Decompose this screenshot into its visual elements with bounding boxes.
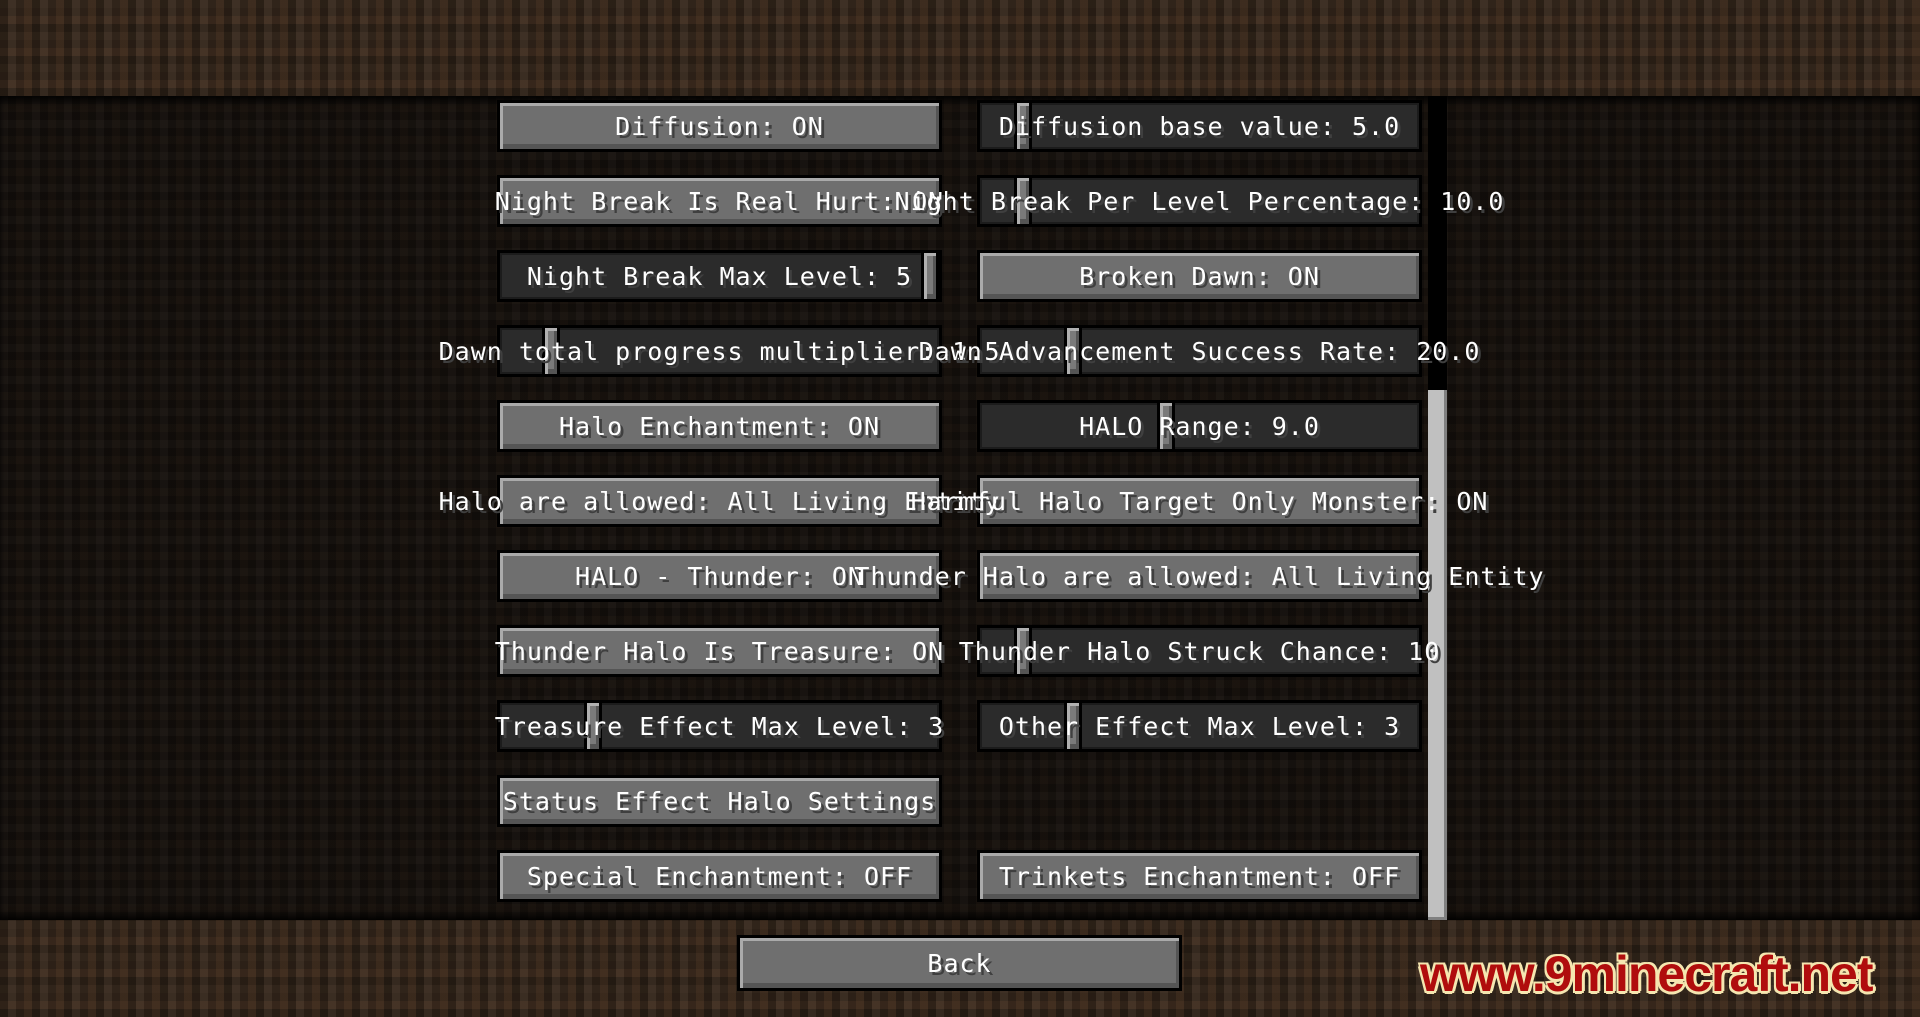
night-break-max-level-slider[interactable]: Night Break Max Level: 5 [497,250,942,302]
other-effect-max-level-label: Other Effect Max Level: 3 [998,711,1401,741]
harmful-halo-target-only-monster-toggle[interactable]: Harmful Halo Target Only Monster: ON [911,475,1487,527]
halo-thunder-label: HALO - Thunder: ON [575,561,864,591]
dawn-advancement-success-rate-slider[interactable]: Dawn Advancement Success Rate: 20.0 [919,325,1479,377]
dawn-advancement-success-rate-label: Dawn Advancement Success Rate: 20.0 [918,336,1481,366]
status-effect-halo-settings-button[interactable]: Status Effect Halo Settings [497,775,942,827]
back-button[interactable]: Back [737,935,1182,991]
night-break-per-level-percentage-label: Night Break Per Level Percentage: 10.0 [894,186,1505,216]
dawn-total-progress-multiplier-slider[interactable]: Dawn total progress multiplier: 1.5 [439,325,999,377]
harmful-halo-target-only-monster-label: Harmful Halo Target Only Monster: ON [910,486,1489,516]
special-enchantment-toggle[interactable]: Special Enchantment: OFF [497,850,942,902]
diffusion-toggle[interactable]: Diffusion: ON [497,100,942,152]
special-enchantment-label: Special Enchantment: OFF [526,861,913,891]
thunder-halo-are-allowed-label: Thunder Halo are allowed: All Living Ent… [854,561,1545,591]
thunder-halo-are-allowed-toggle[interactable]: Thunder Halo are allowed: All Living Ent… [854,550,1544,602]
diffusion-label: Diffusion: ON [615,111,824,141]
night-break-is-real-hurt-label: Night Break Is Real Hurt: ON [494,186,945,216]
night-break-per-level-percentage-slider[interactable]: Night Break Per Level Percentage: 10.0 [895,175,1503,227]
watermark: www.9minecraft.net [1420,946,1873,1002]
halo-enchantment-toggle[interactable]: Halo Enchantment: ON [497,400,942,452]
halo-are-allowed-toggle[interactable]: Halo are allowed: All Living Entity [439,475,999,527]
night-break-is-real-hurt-toggle[interactable]: Night Break Is Real Hurt: ON [494,175,945,227]
halo-range-slider[interactable]: HALO Range: 9.0 [977,400,1422,452]
broken-dawn-label: Broken Dawn: ON [1079,261,1320,291]
trinkets-enchantment-toggle[interactable]: Trinkets Enchantment: OFF [977,850,1422,902]
top-background-band [0,0,1920,96]
diffusion-base-value-slider[interactable]: Diffusion base value: 5.0 [977,100,1422,152]
dawn-total-progress-multiplier-label: Dawn total progress multiplier: 1.5 [438,336,1001,366]
status-effect-halo-settings-label: Status Effect Halo Settings [502,786,937,816]
other-effect-max-level-slider[interactable]: Other Effect Max Level: 3 [977,700,1422,752]
halo-enchantment-label: Halo Enchantment: ON [558,411,881,441]
trinkets-enchantment-label: Trinkets Enchantment: OFF [998,861,1401,891]
slider-handle[interactable] [921,250,939,302]
broken-dawn-toggle[interactable]: Broken Dawn: ON [977,250,1422,302]
thunder-halo-is-treasure-toggle[interactable]: Thunder Halo Is Treasure: ON [494,625,945,677]
diffusion-base-value-label: Diffusion base value: 5.0 [998,111,1401,141]
back-button-label: Back [927,948,992,978]
thunder-halo-is-treasure-label: Thunder Halo Is Treasure: ON [494,636,945,666]
halo-range-label: HALO Range: 9.0 [1079,411,1320,441]
night-break-max-level-label: Night Break Max Level: 5 [526,261,913,291]
treasure-effect-max-level-slider[interactable]: Treasure Effect Max Level: 3 [494,700,945,752]
thunder-halo-struck-chance-slider[interactable]: Thunder Halo Struck Chance: 10 [959,625,1439,677]
treasure-effect-max-level-label: Treasure Effect Max Level: 3 [494,711,945,741]
thunder-halo-struck-chance-label: Thunder Halo Struck Chance: 10 [958,636,1441,666]
